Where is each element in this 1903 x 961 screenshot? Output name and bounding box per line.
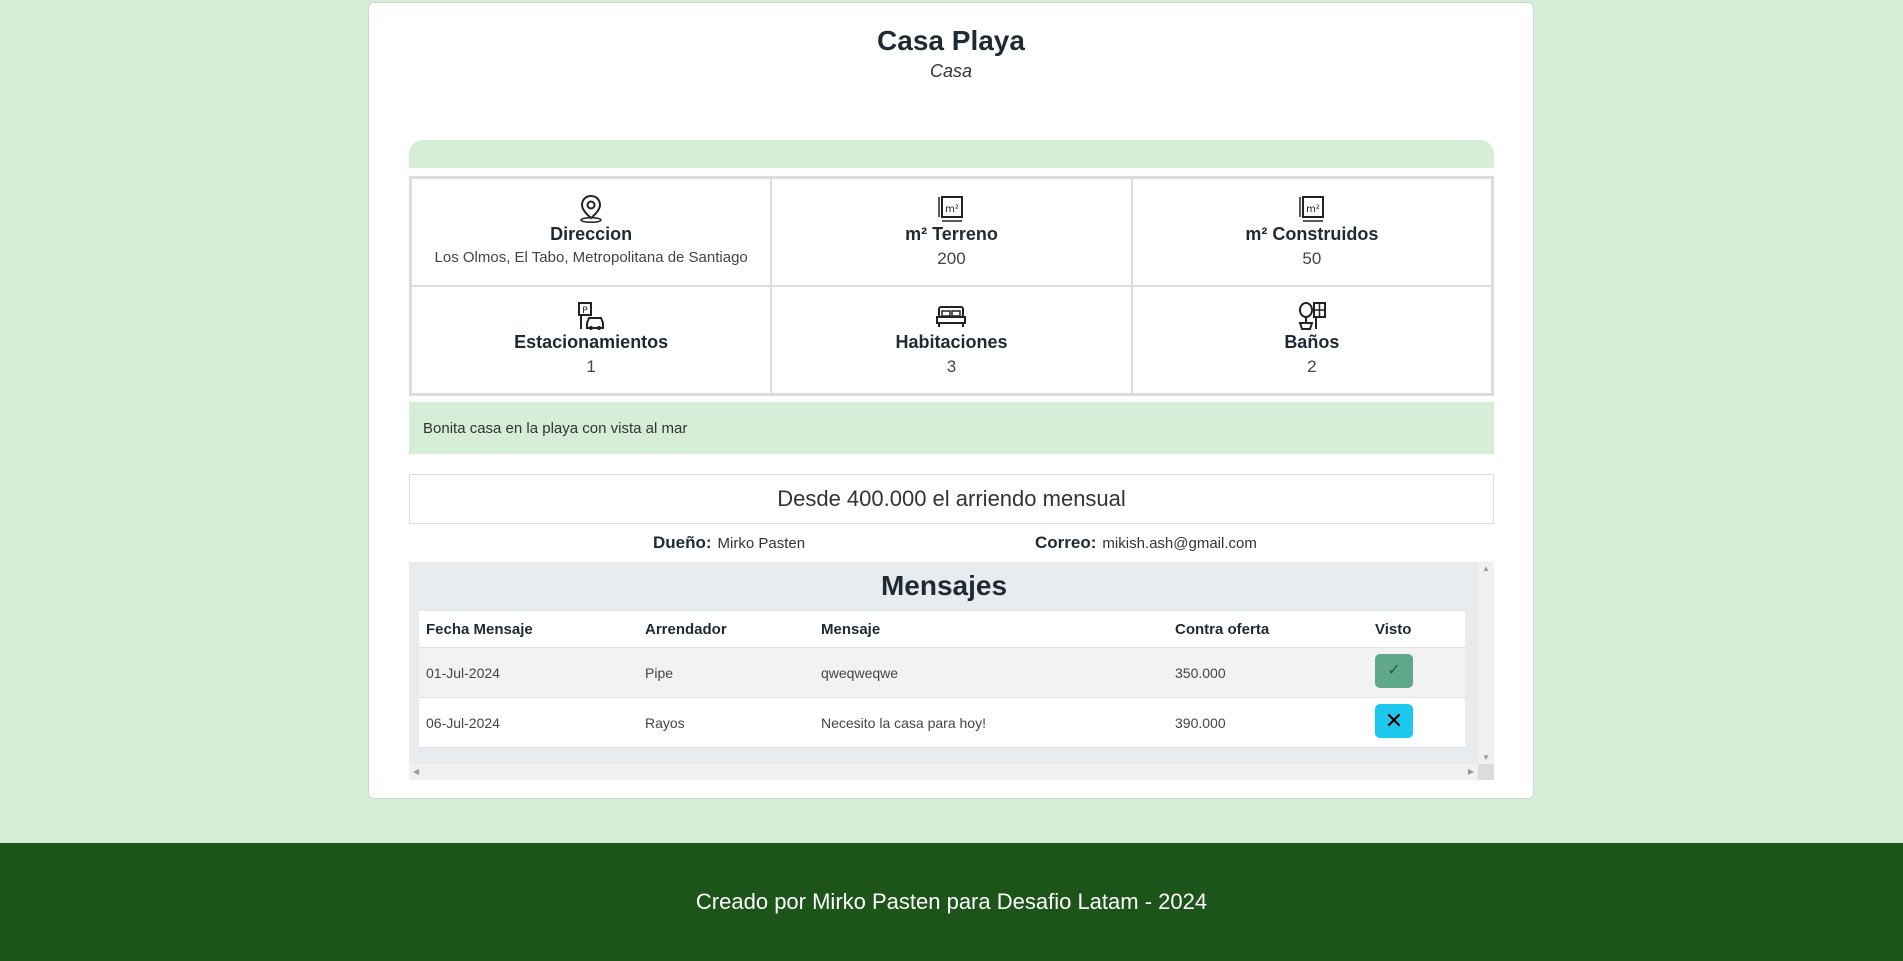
feature-bedrooms: Habitaciones 3 (771, 286, 1132, 394)
owner-email-info: Correo: mikish.ash@gmail.com (1035, 533, 1257, 553)
scroll-left-arrow-icon[interactable]: ◀ (413, 767, 419, 776)
email-label: Correo: (1035, 533, 1097, 552)
messages-table: Fecha Mensaje Arrendador Mensaje Contra … (419, 611, 1465, 748)
svg-text:m²: m² (946, 204, 960, 215)
feature-built-area: m² m² Construidos 50 (1131, 178, 1492, 286)
message-offer: 350.000 (1168, 647, 1368, 698)
property-title: Casa Playa (877, 25, 1025, 56)
x-icon: ✕ (1384, 708, 1404, 733)
feature-value: 2 (1307, 357, 1317, 376)
seen-cell: ✕ (1368, 697, 1465, 748)
page-footer: Creado por Mirko Pasten para Desafio Lat… (0, 843, 1903, 961)
message-text: qweqweqwe (814, 647, 1168, 698)
bathroom-icon (1298, 302, 1326, 330)
parking-icon: P (578, 302, 605, 330)
message-date: 01-Jul-2024 (419, 647, 638, 698)
scroll-down-arrow-icon[interactable]: ▼ (1482, 753, 1490, 762)
scroll-right-arrow-icon[interactable]: ▶ (1468, 767, 1474, 776)
messages-panel[interactable]: Mensajes Fecha Mensaje Arrendador Mensaj… (409, 562, 1494, 780)
property-card: Casa Playa Casa Direccion Los Olmos, El … (368, 2, 1534, 799)
location-pin-icon (580, 194, 602, 223)
feature-value: 1 (586, 357, 596, 376)
image-header-bar (409, 140, 1494, 168)
feature-parking: P Estacionamientos 1 (411, 286, 772, 394)
mark-seen-button[interactable]: ✓ (1375, 654, 1413, 688)
feature-label: m² Construidos (1245, 224, 1379, 244)
horizontal-scrollbar[interactable]: ◀ ▶ (409, 764, 1478, 780)
feature-bathrooms: Baños 2 (1131, 286, 1492, 394)
message-tenant: Pipe (638, 647, 814, 698)
message-offer: 390.000 (1168, 697, 1368, 748)
messages-title: Mensajes (880, 570, 1008, 601)
column-header: Visto (1368, 611, 1465, 648)
column-header: Arrendador (638, 611, 814, 648)
svg-text:m²: m² (1306, 204, 1320, 215)
check-icon: ✓ (1387, 662, 1401, 679)
feature-label: Baños (1284, 332, 1340, 352)
table-row: 06-Jul-2024 Rayos Necesito la casa para … (419, 697, 1465, 748)
seen-cell: ✓ (1368, 647, 1465, 698)
feature-value: Los Olmos, El Tabo, Metropolitana de San… (434, 249, 748, 266)
owner-info: Dueño: Mirko Pasten (653, 533, 805, 553)
scrollbar-corner (1478, 764, 1494, 780)
mark-unseen-button[interactable]: ✕ (1375, 704, 1413, 738)
bed-icon (936, 306, 967, 327)
column-header: Fecha Mensaje (419, 611, 638, 648)
message-text: Necesito la casa para hoy! (814, 697, 1168, 748)
column-header: Contra oferta (1168, 611, 1368, 648)
land-area-icon: m² (938, 196, 964, 222)
features-grid: Direccion Los Olmos, El Tabo, Metropolit… (409, 176, 1494, 396)
feature-address: Direccion Los Olmos, El Tabo, Metropolit… (411, 178, 772, 286)
svg-text:P: P (582, 306, 588, 316)
feature-label: Habitaciones (895, 332, 1008, 352)
built-area-icon: m² (1299, 196, 1324, 222)
property-price: Desde 400.000 el arriendo mensual (409, 474, 1494, 524)
feature-value: 200 (937, 249, 966, 268)
owner-email: mikish.ash@gmail.com (1102, 535, 1257, 552)
feature-label: m² Terreno (905, 224, 998, 244)
feature-land-area: m² m² Terreno 200 (771, 178, 1132, 286)
table-header-row: Fecha Mensaje Arrendador Mensaje Contra … (419, 611, 1465, 648)
message-date: 06-Jul-2024 (419, 697, 638, 748)
message-tenant: Rayos (638, 697, 814, 748)
owner-label: Dueño: (653, 533, 712, 552)
feature-label: Direccion (550, 224, 633, 244)
feature-value: 3 (946, 357, 957, 376)
column-header: Mensaje (814, 611, 1168, 648)
owner-name: Mirko Pasten (717, 535, 806, 552)
feature-value: 50 (1302, 249, 1322, 268)
scroll-up-arrow-icon[interactable]: ▲ (1482, 564, 1490, 573)
property-description: Bonita casa en la playa con vista al mar (409, 402, 1494, 454)
table-row: 01-Jul-2024 Pipe qweqweqwe 350.000 ✓ (419, 647, 1465, 698)
vertical-scrollbar[interactable]: ▲ ▼ (1478, 562, 1494, 764)
property-type: Casa (929, 61, 973, 81)
feature-label: Estacionamientos (514, 332, 669, 352)
